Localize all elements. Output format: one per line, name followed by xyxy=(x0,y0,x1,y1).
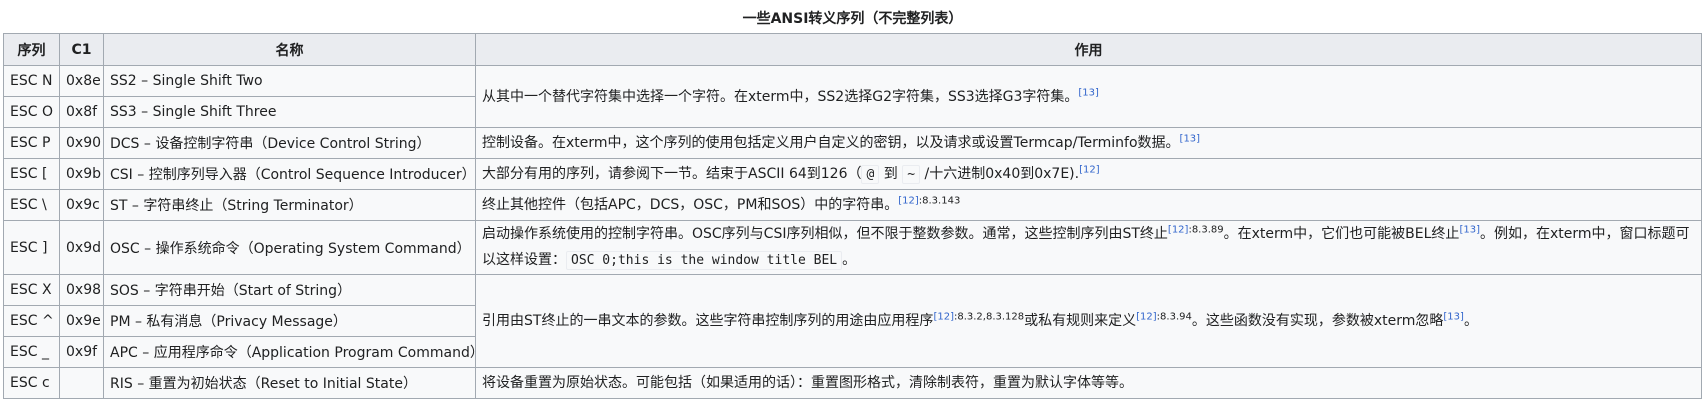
name-cell: RIS – 重置为初始状态（Reset to Initial State） xyxy=(103,367,476,399)
desc-text: 或私有规则来定义 xyxy=(1024,313,1137,329)
table-row: ESC N 0x8e SS2 – Single Shift Two 从其中一个替… xyxy=(3,65,1702,128)
citation-link[interactable]: [13] xyxy=(1180,133,1201,144)
c1-cell: 0x9f xyxy=(59,336,104,368)
c1-cell: 0x8e xyxy=(59,65,104,97)
c1-cell: 0x9d xyxy=(59,220,104,275)
header-name: 名称 xyxy=(103,33,476,66)
header-seq: 序列 xyxy=(3,33,60,66)
citation-link[interactable]: [12] xyxy=(933,311,954,322)
name-cell: SS3 – Single Shift Three xyxy=(103,96,476,128)
desc-text: 到 xyxy=(879,165,903,182)
desc-text: 。在xterm中，它们也可能被BEL终止 xyxy=(1223,226,1460,242)
table-row: ESC P 0x90 DCS – 设备控制字符串（Device Control … xyxy=(3,127,1702,159)
seq-cell: ESC c xyxy=(3,367,60,399)
seq-cell: ESC _ xyxy=(3,336,60,368)
use-cell: 终止其他控件（包括APC，DCS，OSC，PM和SOS）中的字符串。[12]:8… xyxy=(475,189,1702,221)
seq-cell: ESC N xyxy=(3,65,60,97)
name-cell: SS2 – Single Shift Two xyxy=(103,65,476,97)
name-cell: ST – 字符串终止（String Terminator） xyxy=(103,189,476,221)
table-row: ESC \ 0x9c ST – 字符串终止（String Terminator）… xyxy=(3,189,1702,221)
c1-cell: 0x9e xyxy=(59,305,104,337)
c1-cell: 0x8f xyxy=(59,96,104,128)
seq-cell: ESC ^ xyxy=(3,305,60,337)
use-cell: 启动操作系统使用的控制字符串。OSC序列与CSI序列相似，但不限于整数参数。通常… xyxy=(475,220,1702,275)
name-cell: PM – 私有消息（Privacy Message） xyxy=(103,305,476,337)
citation-pages: :8.3.89 xyxy=(1188,224,1224,236)
table-row: ESC c RIS – 重置为初始状态（Reset to Initial Sta… xyxy=(3,367,1702,399)
code-snippet: @ xyxy=(861,164,880,184)
header-use: 作用 xyxy=(475,33,1702,66)
citation-link[interactable]: [12] xyxy=(898,195,919,206)
table-caption: 一些ANSI转义序列（不完整列表） xyxy=(742,11,963,27)
citation-link[interactable]: [13] xyxy=(1459,224,1480,235)
desc-text: 启动操作系统使用的控制字符串。OSC序列与CSI序列相似，但不限于整数参数。通常… xyxy=(482,226,1168,242)
seq-cell: ESC P xyxy=(3,127,60,159)
use-cell: 控制设备。在xterm中，这个序列的使用包括定义用户自定义的密钥，以及请求或设置… xyxy=(475,127,1702,159)
table-row: ESC [ 0x9b CSI – 控制序列导入器（Control Sequenc… xyxy=(3,158,1702,190)
seq-cell: ESC [ xyxy=(3,158,60,190)
ansi-escape-table: 序列 C1 名称 作用 ESC N 0x8e SS2 – Single Shif… xyxy=(3,33,1702,399)
desc-text: 。 xyxy=(842,252,857,268)
use-cell: 从其中一个替代字符集中选择一个字符。在xterm中，SS2选择G2字符集，SS3… xyxy=(475,65,1702,128)
table-header-row: 序列 C1 名称 作用 xyxy=(3,33,1702,66)
desc-text: 。 xyxy=(1463,313,1478,329)
desc-text: 大部分有用的序列，请参阅下一节。结束于ASCII 64到126（ xyxy=(482,165,862,182)
citation-link[interactable]: [12] xyxy=(1168,224,1189,235)
name-cell: SOS – 字符串开始（Start of String） xyxy=(103,274,476,306)
citation-link[interactable]: [12] xyxy=(1136,311,1157,322)
seq-cell: ESC X xyxy=(3,274,60,306)
seq-cell: ESC \ xyxy=(3,189,60,221)
desc-text: 控制设备。在xterm中，这个序列的使用包括定义用户自定义的密钥，以及请求或设置… xyxy=(482,135,1180,151)
desc-text: 将设备重置为原始状态。可能包括（如果适用的话）：重置图形格式，清除制表符，重置为… xyxy=(482,375,1133,391)
citation-pages: :8.3.94 xyxy=(1156,311,1192,323)
use-cell: 大部分有用的序列，请参阅下一节。结束于ASCII 64到126（ @ 到 ~ /十… xyxy=(475,158,1702,190)
citation-link[interactable]: [13] xyxy=(1443,311,1464,322)
header-c1: C1 xyxy=(59,33,104,66)
desc-text: 引用由ST终止的一串文本的参数。这些字符串控制序列的用途由应用程序 xyxy=(482,313,934,329)
table-row: ESC ] 0x9d OSC – 操作系统命令（Operating System… xyxy=(3,220,1702,275)
desc-text: 从其中一个替代字符集中选择一个字符。在xterm中，SS2选择G2字符集，SS3… xyxy=(482,88,1079,105)
c1-cell: 0x98 xyxy=(59,274,104,306)
table-row: ESC X 0x98 SOS – 字符串开始（Start of String） … xyxy=(3,274,1702,368)
desc-text: /十六进制0x40到0x7E). xyxy=(920,165,1080,182)
citation-link[interactable]: [13] xyxy=(1078,87,1099,98)
name-cell: APC – 应用程序命令（Application Program Command… xyxy=(103,336,476,368)
c1-cell xyxy=(59,367,104,399)
citation-pages: :8.3.2,8.3.128 xyxy=(953,311,1025,323)
citation-link[interactable]: [12] xyxy=(1079,164,1100,175)
desc-text: 。这些函数没有实现，参数被xterm忽略 xyxy=(1191,313,1444,329)
desc-text: 终止其他控件（包括APC，DCS，OSC，PM和SOS）中的字符串。 xyxy=(482,197,899,213)
code-snippet: OSC 0;this is the window title BEL xyxy=(566,251,843,270)
seq-cell: ESC ] xyxy=(3,220,60,275)
name-cell: DCS – 设备控制字符串（Device Control String） xyxy=(103,127,476,159)
use-cell: 引用由ST终止的一串文本的参数。这些字符串控制序列的用途由应用程序[12]:8.… xyxy=(475,274,1702,368)
code-snippet: ~ xyxy=(902,164,921,184)
name-cell: OSC – 操作系统命令（Operating System Command） xyxy=(103,220,476,275)
name-cell: CSI – 控制序列导入器（Control Sequence Introduce… xyxy=(103,158,476,190)
c1-cell: 0x90 xyxy=(59,127,104,159)
seq-cell: ESC O xyxy=(3,96,60,128)
c1-cell: 0x9c xyxy=(59,189,104,221)
c1-cell: 0x9b xyxy=(59,158,104,190)
citation-pages: :8.3.143 xyxy=(918,195,961,207)
use-cell: 将设备重置为原始状态。可能包括（如果适用的话）：重置图形格式，清除制表符，重置为… xyxy=(475,367,1702,399)
